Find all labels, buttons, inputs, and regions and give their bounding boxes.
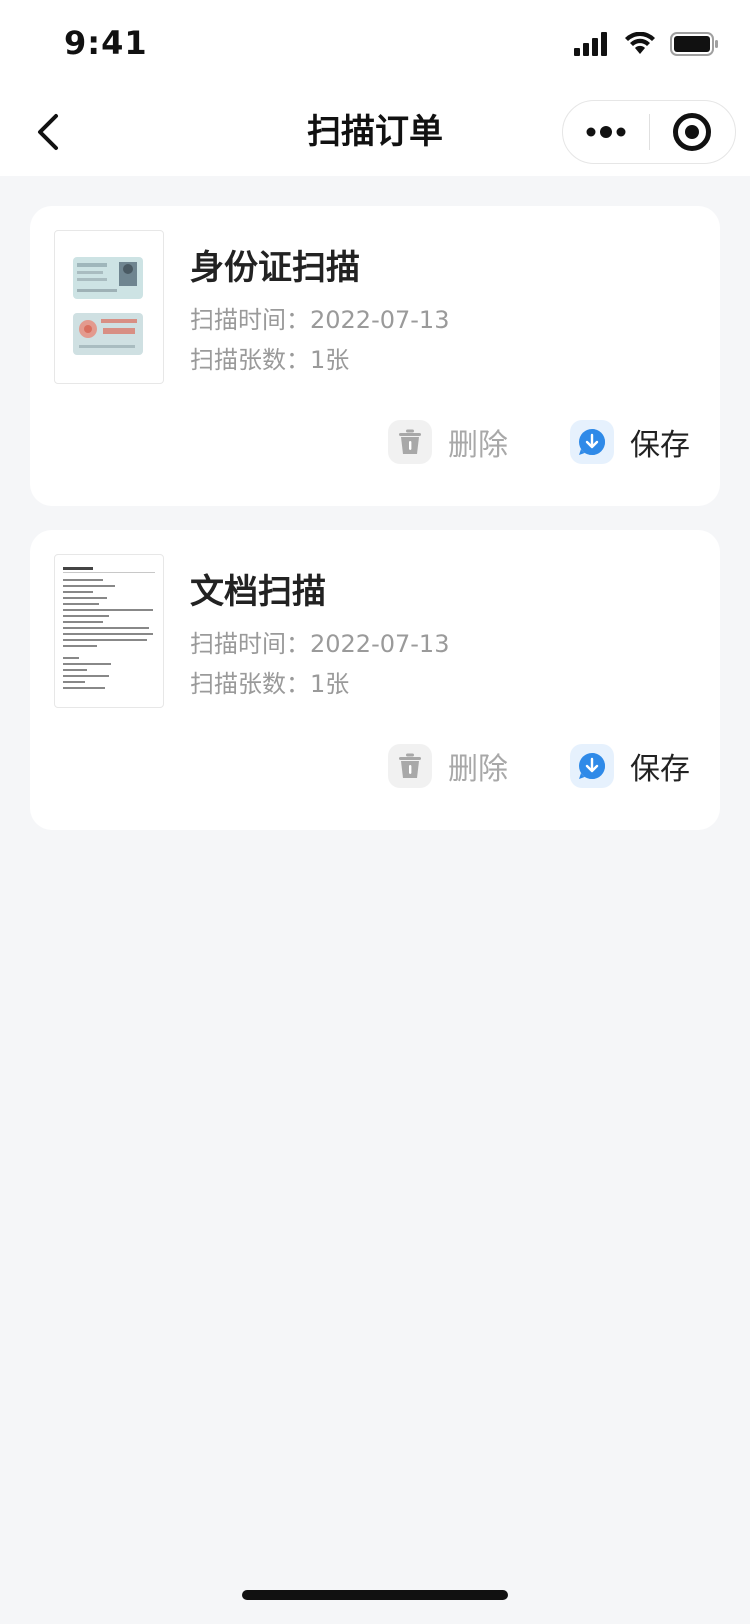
trash-icon: [388, 744, 432, 788]
card-actions: 删除 保存: [388, 744, 690, 788]
home-indicator: [242, 1590, 508, 1600]
scan-count: 扫描张数：1张: [190, 346, 350, 374]
chevron-left-icon: [38, 114, 58, 150]
save-button[interactable]: 保存: [570, 420, 690, 464]
status-time: 9:41: [64, 24, 148, 62]
id-card-thumbnail[interactable]: [54, 230, 164, 384]
more-button[interactable]: [563, 100, 649, 164]
battery-icon: [670, 32, 718, 56]
document-thumbnail[interactable]: [54, 554, 164, 708]
back-button[interactable]: [24, 108, 72, 156]
status-bar: 9:41: [0, 0, 750, 88]
trash-icon: [388, 420, 432, 464]
close-program-button[interactable]: [650, 100, 736, 164]
mini-program-capsule: [562, 100, 736, 164]
scan-time: 扫描时间：2022-07-13: [190, 630, 450, 658]
document-image: [63, 567, 155, 689]
save-label: 保存: [630, 428, 690, 463]
delete-button[interactable]: 删除: [388, 420, 508, 464]
save-button[interactable]: 保存: [570, 744, 690, 788]
wifi-icon: [625, 32, 655, 54]
delete-label: 删除: [448, 752, 508, 787]
card-actions: 删除 保存: [388, 420, 690, 464]
save-label: 保存: [630, 752, 690, 787]
order-title: 文档扫描: [190, 572, 326, 612]
delete-label: 删除: [448, 428, 508, 463]
more-dots-icon: [586, 126, 626, 138]
download-icon: [570, 744, 614, 788]
nav-bar: 扫描订单: [0, 88, 750, 176]
id-card-image: [73, 257, 143, 355]
order-card[interactable]: 身份证扫描 扫描时间：2022-07-13 扫描张数：1张 删除 保存: [30, 206, 720, 506]
order-card[interactable]: 文档扫描 扫描时间：2022-07-13 扫描张数：1张 删除 保存: [30, 530, 720, 830]
delete-button[interactable]: 删除: [388, 744, 508, 788]
order-list: 身份证扫描 扫描时间：2022-07-13 扫描张数：1张 删除 保存 文档扫描…: [30, 206, 720, 854]
download-icon: [570, 420, 614, 464]
status-icons: [574, 30, 720, 58]
signal-icon: [574, 32, 607, 56]
scan-time: 扫描时间：2022-07-13: [190, 306, 450, 334]
target-icon: [673, 113, 712, 151]
order-title: 身份证扫描: [190, 248, 360, 288]
scan-count: 扫描张数：1张: [190, 670, 350, 698]
